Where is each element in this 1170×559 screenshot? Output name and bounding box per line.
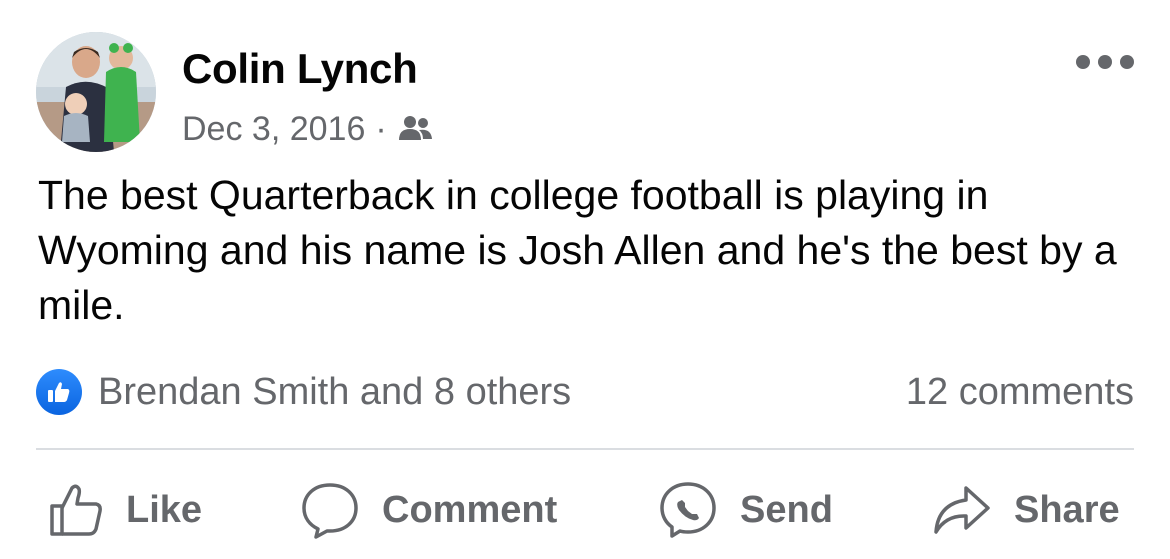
avatar-photo bbox=[36, 32, 156, 152]
divider bbox=[36, 448, 1134, 450]
comment-button[interactable]: Comment bbox=[300, 470, 557, 550]
share-label: Share bbox=[1014, 488, 1120, 531]
comment-label: Comment bbox=[382, 488, 558, 531]
send-button[interactable]: Send bbox=[658, 470, 833, 550]
post-summary: Brendan Smith and 8 others 12 comments bbox=[36, 364, 1134, 420]
author-name[interactable]: Colin Lynch bbox=[182, 44, 418, 94]
more-dot bbox=[1098, 55, 1112, 69]
comment-bubble-icon bbox=[302, 483, 358, 539]
facebook-post: Colin Lynch Dec 3, 2016 · The best Quart… bbox=[0, 0, 1170, 559]
like-button[interactable]: Like bbox=[48, 470, 202, 550]
share-button[interactable]: Share bbox=[932, 470, 1120, 550]
meta-separator: · bbox=[375, 109, 387, 148]
post-date[interactable]: Dec 3, 2016 bbox=[182, 110, 365, 149]
action-bar: Like Comment Send Share bbox=[0, 470, 1170, 550]
thumbs-up-icon bbox=[50, 484, 102, 536]
messenger-icon bbox=[660, 482, 716, 538]
share-arrow-icon bbox=[934, 486, 990, 534]
like-label: Like bbox=[126, 488, 203, 531]
more-options-icon[interactable] bbox=[1076, 48, 1134, 76]
like-reaction-icon bbox=[36, 369, 82, 415]
more-dot bbox=[1076, 55, 1090, 69]
comments-count[interactable]: 12 comments bbox=[906, 364, 1134, 420]
send-label: Send bbox=[740, 488, 833, 531]
reactions-summary[interactable]: Brendan Smith and 8 others bbox=[36, 364, 571, 420]
post-meta: Dec 3, 2016 · bbox=[182, 106, 433, 152]
profile-avatar[interactable] bbox=[36, 32, 156, 152]
more-dot bbox=[1120, 55, 1134, 69]
reactions-text: Brendan Smith and 8 others bbox=[98, 370, 572, 413]
friends-icon[interactable] bbox=[397, 114, 433, 144]
post-text: The best Quarterback in college football… bbox=[38, 172, 1117, 328]
